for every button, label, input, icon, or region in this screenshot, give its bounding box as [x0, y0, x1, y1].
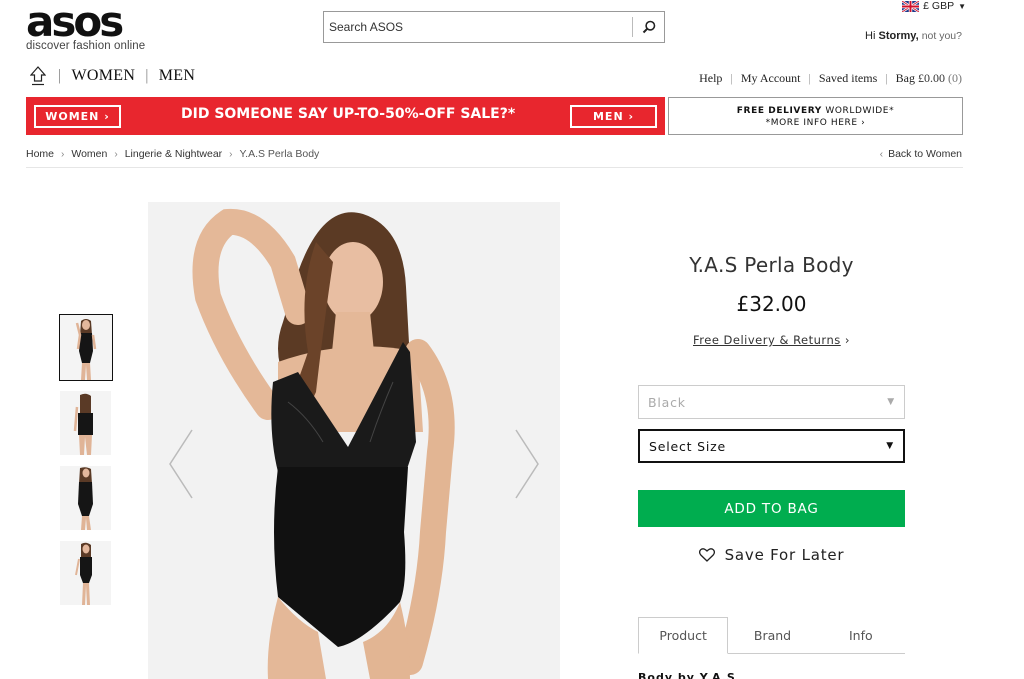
product-description-heading: Body by Y.A.S [638, 671, 736, 679]
greeting-prefix: Hi [865, 30, 876, 42]
thumbnail-4[interactable] [60, 541, 111, 605]
save-for-later-label: Save For Later [724, 546, 845, 564]
next-image-arrow-icon[interactable] [512, 428, 542, 500]
free-delivery-text: Free Delivery & Returns [693, 333, 841, 347]
search-icon [642, 20, 655, 34]
thumbnail-gallery [59, 314, 113, 616]
nav-divider: | [145, 67, 149, 84]
delivery-line-1: FREE DELIVERY WORLDWIDE* [669, 105, 962, 117]
logo-tagline: discover fashion online [26, 40, 146, 52]
bag-link[interactable]: Bag £0.00 (0) [888, 71, 962, 86]
breadcrumb-home[interactable]: Home [26, 148, 54, 160]
delivery-worldwide: WORLDWIDE* [825, 106, 895, 116]
free-delivery-banner[interactable]: FREE DELIVERY WORLDWIDE* *MORE INFO HERE… [668, 97, 963, 135]
thumbnail-2[interactable] [60, 391, 111, 455]
colour-value: Black [648, 394, 686, 410]
back-link-label: Back to Women [888, 148, 962, 160]
currency-selector[interactable]: £ GBP ▼ [902, 0, 966, 12]
breadcrumb: Home › Women › Lingerie & Nightwear › Y.… [26, 148, 319, 160]
product-thumbnail-image [60, 391, 111, 455]
bag-label: Bag [895, 71, 915, 85]
thumbnail-3[interactable] [60, 466, 111, 530]
tab-info[interactable]: Info [817, 617, 905, 653]
save-for-later-button[interactable]: Save For Later [638, 546, 905, 564]
chevron-right-icon: › [229, 148, 233, 160]
bag-amount: £0.00 [918, 71, 945, 85]
product-thumbnail-image [60, 541, 111, 605]
chevron-right-icon: › [114, 148, 118, 160]
delivery-line-2: *MORE INFO HERE › [765, 118, 866, 128]
product-info-tabs: Product Brand Info [638, 617, 905, 654]
search-button[interactable] [633, 12, 664, 42]
caret-down-icon: ▼ [958, 1, 966, 11]
not-you-link[interactable]: not you? [922, 30, 962, 42]
uk-flag-icon [902, 0, 920, 12]
product-title: Y.A.S Perla Body [689, 253, 854, 277]
colour-select[interactable]: Black ▼ [638, 385, 905, 419]
bag-count: (0) [948, 71, 962, 85]
add-to-bag-button[interactable]: ADD TO BAG [638, 490, 905, 527]
tab-brand[interactable]: Brand [728, 617, 816, 653]
nav-women[interactable]: WOMEN [72, 67, 136, 85]
sale-men-button[interactable]: MEN › [570, 105, 657, 128]
product-price: £32.00 [736, 292, 807, 316]
size-value: Select Size [649, 438, 726, 454]
tab-product[interactable]: Product [638, 617, 729, 654]
user-greeting: Hi Stormy, not you? [865, 30, 962, 42]
sale-women-button[interactable]: WOMEN › [34, 105, 121, 128]
heart-icon [698, 548, 715, 562]
breadcrumb-women[interactable]: Women [71, 148, 107, 160]
free-delivery-link[interactable]: Free Delivery & Returns › [638, 333, 905, 347]
currency-label: £ GBP [923, 0, 955, 12]
asos-logo[interactable]: asos discover fashion online [26, 0, 150, 53]
product-thumbnail-image [60, 315, 112, 380]
breadcrumb-current: Y.A.S Perla Body [239, 148, 320, 160]
header-divider [26, 167, 963, 168]
product-main-image[interactable] [148, 202, 560, 679]
home-icon [30, 66, 46, 86]
caret-down-icon: ▼ [886, 441, 894, 451]
logo-wordmark: asos [26, 0, 124, 46]
caret-down-icon: ▼ [887, 397, 895, 407]
help-link[interactable]: Help [691, 71, 730, 86]
thumbnail-1[interactable] [59, 314, 113, 381]
greeting-name: Stormy, [878, 30, 919, 42]
prev-image-arrow-icon[interactable] [166, 428, 196, 500]
product-thumbnail-image [60, 466, 111, 530]
size-select[interactable]: Select Size ▼ [638, 429, 905, 463]
home-button[interactable] [30, 66, 48, 86]
main-nav: | WOMEN | MEN [30, 66, 195, 86]
product-photo [148, 202, 560, 679]
utility-links: Help | My Account | Saved items | Bag £0… [691, 71, 962, 86]
sale-banner-text: DID SOMEONE SAY UP-TO-50%-OFF SALE?* [181, 106, 516, 122]
chevron-right-icon: › [844, 333, 850, 347]
my-account-link[interactable]: My Account [733, 71, 809, 86]
nav-men[interactable]: MEN [159, 67, 195, 85]
saved-items-link[interactable]: Saved items [811, 71, 885, 86]
nav-divider: | [58, 67, 62, 84]
back-link[interactable]: ‹ Back to Women [880, 148, 962, 160]
sale-banner[interactable]: WOMEN › DID SOMEONE SAY UP-TO-50%-OFF SA… [26, 97, 665, 135]
search-bar [323, 11, 665, 43]
delivery-bold: FREE DELIVERY [736, 106, 822, 116]
chevron-left-icon: ‹ [879, 148, 884, 160]
breadcrumb-lingerie[interactable]: Lingerie & Nightwear [125, 148, 222, 160]
search-input[interactable] [324, 12, 632, 42]
chevron-right-icon: › [61, 148, 65, 160]
